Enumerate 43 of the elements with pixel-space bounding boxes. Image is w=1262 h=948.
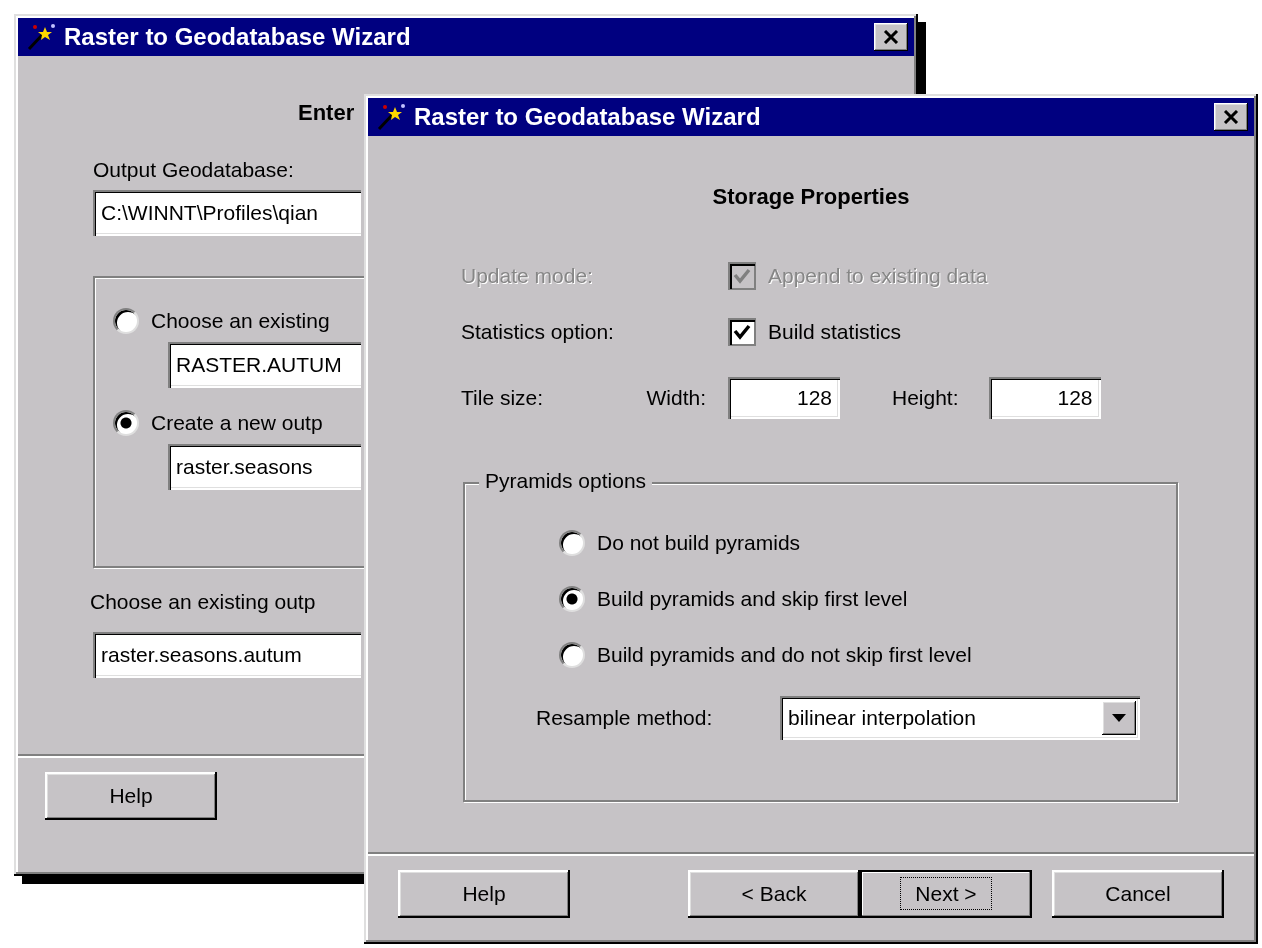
checkbox[interactable] <box>728 318 756 346</box>
radio-label: Create a new outp <box>151 411 323 435</box>
radio-label: Do not build pyramids <box>597 531 801 555</box>
dialog-button[interactable]: Cancel <box>1052 870 1224 918</box>
field-label: Tile size: <box>461 386 544 410</box>
window-title: Raster to Geodatabase Wizard <box>64 23 412 51</box>
magic-wand-icon <box>26 23 56 51</box>
close-button[interactable] <box>1214 103 1248 131</box>
input-field[interactable]: raster.seasons.autum <box>93 632 361 678</box>
dropdown[interactable]: bilinear interpolation <box>780 696 1140 740</box>
width-field[interactable]: 128 <box>728 377 840 419</box>
page-heading: Storage Properties <box>712 184 910 210</box>
field-label: Choose an existing outp <box>90 590 316 613</box>
window-title: Raster to Geodatabase Wizard <box>414 103 762 131</box>
dialog-button[interactable]: < Back <box>688 870 860 918</box>
close-icon <box>883 30 899 44</box>
close-button[interactable] <box>874 23 908 51</box>
magic-wand-icon <box>376 103 406 131</box>
radio-label: Choose an existing <box>151 309 330 333</box>
height-field[interactable]: 128 <box>988 377 1101 419</box>
checkbox-label: Append to existing data <box>768 264 988 288</box>
input-field[interactable]: raster.seasons <box>168 444 361 490</box>
input-field[interactable]: C:\WINNT\Profiles\qian <box>93 190 361 236</box>
radio-button[interactable] <box>559 586 585 612</box>
radio-button[interactable] <box>559 530 585 556</box>
radio-button[interactable] <box>113 410 139 436</box>
field-label: Resample method: <box>536 706 714 730</box>
close-icon <box>1223 110 1239 124</box>
field-label: Width: <box>646 386 706 410</box>
page-heading: Enter <box>298 100 355 125</box>
input-field[interactable]: RASTER.AUTUM <box>168 342 361 388</box>
help-button[interactable]: Help <box>45 772 217 820</box>
dialog-button[interactable]: Next > <box>860 870 1032 918</box>
field-label: Statistics option: <box>461 320 615 344</box>
field-label: Output Geodatabase: <box>93 158 295 182</box>
field-label: Update mode: <box>461 264 594 288</box>
dialog-button[interactable]: Help <box>398 870 570 918</box>
checkbox-label: Build statistics <box>768 320 902 344</box>
radio-label: Build pyramids and do not skip first level <box>597 643 972 667</box>
field-label: Height: <box>892 386 959 409</box>
radio-button[interactable] <box>559 642 585 668</box>
radio-label: Build pyramids and skip first level <box>597 587 908 611</box>
radio-button[interactable] <box>113 308 139 334</box>
